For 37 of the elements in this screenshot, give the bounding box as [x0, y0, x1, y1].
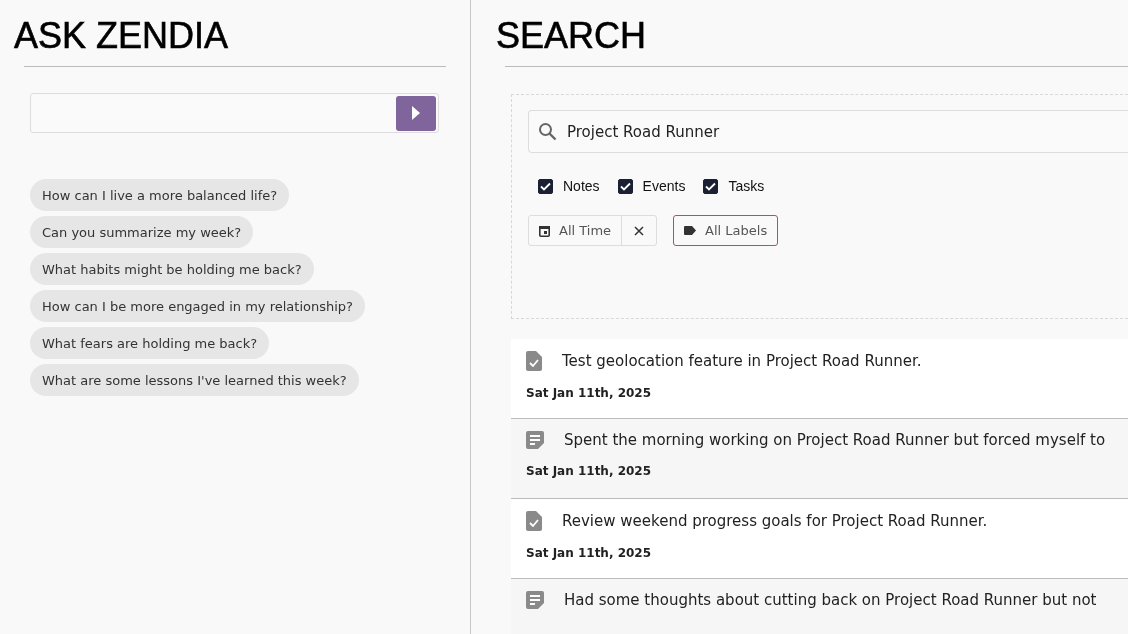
filter-checkbox[interactable]: Events: [617, 178, 686, 194]
suggestion-chip[interactable]: Can you summarize my week?: [30, 216, 254, 248]
suggestion-chip[interactable]: How can I live a more balanced life?: [30, 179, 290, 211]
suggestion-chip[interactable]: How can I be more engaged in my relationship?: [30, 290, 365, 322]
check-icon: [540, 181, 551, 191]
note-icon: [526, 431, 544, 449]
calendar-icon: [539, 224, 550, 237]
search-icon: [538, 122, 557, 141]
task-document-icon: [526, 511, 542, 531]
prompt-field[interactable]: [30, 93, 439, 133]
check-icon: [705, 181, 717, 191]
time-filter-button[interactable]: All Time: [529, 216, 622, 245]
result-text: Spent the morning working on Project Road Runner but forced myself to: [564, 431, 1106, 449]
result-item[interactable]: Test geolocation feature in Project Road Runner. Sat Jan 11th, 2025: [511, 339, 1128, 419]
send-button[interactable]: [396, 95, 436, 131]
suggestion-chip[interactable]: What fears are holding me back?: [30, 327, 270, 359]
panel-title: SEARCH: [496, 16, 648, 56]
labels-filter-button[interactable]: All Labels: [673, 215, 779, 246]
filter-checkbox[interactable]: Tasks: [703, 178, 765, 194]
result-date: Sat Jan 11th, 2025: [526, 386, 653, 400]
result-date: Sat Jan 11th, 2025: [526, 546, 653, 560]
filter-checkbox[interactable]: Notes: [538, 178, 600, 194]
suggestion-chip[interactable]: What habits might be holding me back?: [30, 253, 314, 285]
result-text: Had some thoughts about cutting back on Project Road Runner but not: [564, 591, 1097, 609]
panel-title: ASK ZENDIA: [14, 16, 230, 56]
result-text: Review weekend progress goals for Project Road Runner.: [562, 512, 988, 530]
tag-icon: [684, 226, 697, 235]
result-date: Sat Jan 11th, 2025: [526, 464, 653, 478]
suggestion-chip[interactable]: What are some lessons I've learned this week?: [30, 364, 359, 396]
close-icon: [634, 225, 645, 236]
check-icon: [619, 181, 631, 191]
play-icon: [412, 106, 420, 120]
task-document-icon: [526, 351, 542, 371]
result-item[interactable]: Review weekend progress goals for Project Road Runner. Sat Jan 11th, 2025: [511, 499, 1128, 579]
note-icon: [526, 591, 544, 609]
search-field[interactable]: Project Road Runner: [528, 110, 1128, 153]
result-text: Test geolocation feature in Project Road Runner.: [562, 352, 922, 370]
